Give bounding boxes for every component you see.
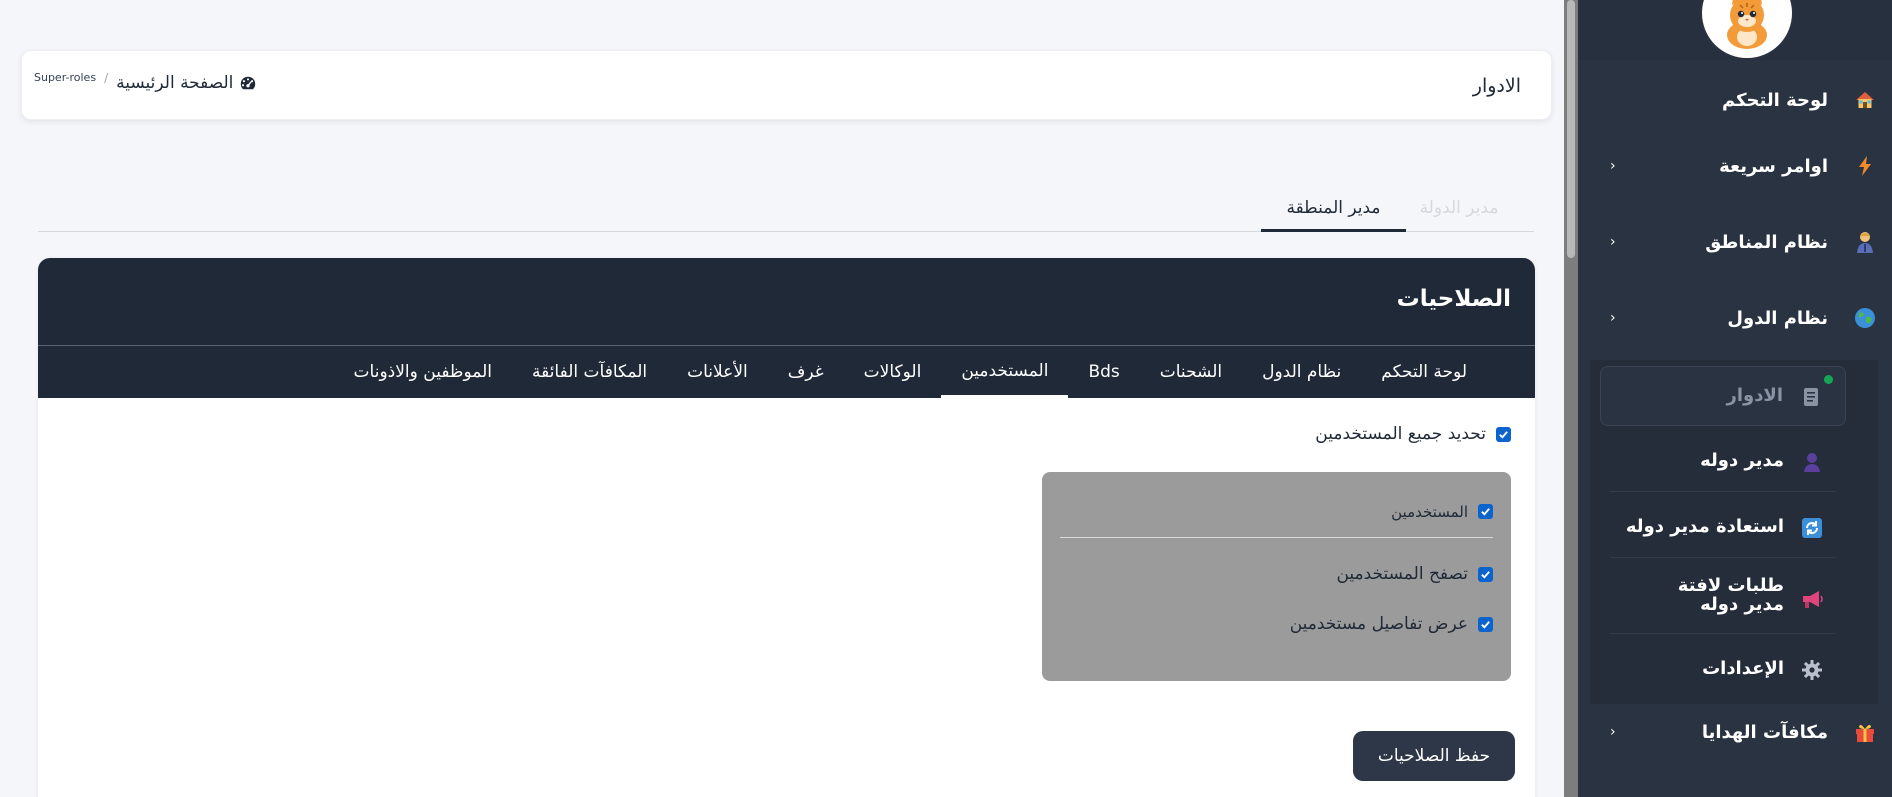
checkbox-checked-icon[interactable] [1478,566,1493,582]
main-scrollbar[interactable] [1564,0,1578,797]
perm-tab-users[interactable]: المستخدمين [941,346,1069,398]
breadcrumb-home-label: الصفحة الرئيسية [116,73,234,93]
person-icon [1852,229,1878,255]
submenu-item-label: مدير دوله [1700,450,1784,471]
group-title: المستخدمين [1391,503,1468,521]
chevron-right-icon: › [1610,724,1616,740]
page-title: الادوار [1472,75,1521,97]
scroll-icon [1799,385,1823,409]
submenu-divider [1610,557,1836,558]
permissions-title: الصلاحيات [1396,286,1511,312]
sidebar-header [1578,0,1892,60]
save-permissions-button[interactable]: حفظ الصلاحيات [1353,731,1515,781]
scrollbar-thumb[interactable] [1567,0,1575,258]
role-tabs: مدير المنطقة مدير الدولة [38,178,1534,232]
perm-tab-rooms[interactable]: غرف [768,346,844,398]
refresh-icon [1800,516,1824,540]
breadcrumb-current: Super-roles [34,71,97,84]
perm-tab-staff-permissions[interactable]: الموظفين والاذونات [334,346,512,398]
submenu-item-banner-requests[interactable]: طلبات لافتة مدير دوله [1600,564,1846,634]
lightning-icon [1852,153,1878,179]
dashboard-gauge-icon [241,76,256,90]
user-icon [1800,450,1824,474]
perm-tab-bds[interactable]: Bds [1068,346,1139,398]
checkbox-checked-icon[interactable] [1478,616,1493,632]
group-checkbox[interactable] [1478,504,1493,519]
perm-tab-countries[interactable]: نظام الدول [1242,346,1361,398]
page-header: Super-roles / الصفحة الرئيسية الادوار [21,50,1552,120]
submenu-item-label: الادوار [1726,385,1783,406]
sidebar-item-dashboard[interactable]: لوحة التحكم [1578,68,1892,132]
permissions-tabs: لوحة التحكم نظام الدول الشحنات Bds المست… [38,346,1535,398]
sidebar-item-label: لوحة التحكم [1721,89,1828,111]
permission-label: عرض تفاصيل مستخدمين [1289,614,1468,634]
view-user-details-checkbox[interactable]: عرض تفاصيل مستخدمين [1290,614,1493,634]
submenu-item-restore-country-manager[interactable]: استعادة مدير دوله [1600,498,1846,558]
sidebar-item-label: نظام الدول [1727,307,1828,329]
countries-submenu: الادوار مدير دوله استعادة مدير دوله طلبا… [1590,360,1878,704]
permissions-card-header: الصلاحيات [38,258,1535,346]
submenu-item-label: طلبات لافتة مدير دوله [1677,575,1784,615]
submenu-divider [1610,633,1836,634]
perm-tab-ads[interactable]: الأعلانات [667,346,768,398]
users-permission-group: المستخدمين تصفح المستخدمين عرض تفاصيل مس… [1042,472,1511,681]
perm-tab-super-rewards[interactable]: المكافآت الفائقة [512,346,667,398]
sidebar-item-regions[interactable]: › نظام المناطق [1578,210,1892,274]
submenu-item-label: الإعدادات [1702,658,1784,679]
permissions-card: الصلاحيات لوحة التحكم نظام الدول الشحنات… [38,258,1535,797]
submenu-item-label: استعادة مدير دوله [1625,516,1784,537]
globe-icon [1852,305,1878,331]
checkbox-checked-icon[interactable] [1496,426,1511,442]
tab-country-manager[interactable]: مدير الدولة [1409,186,1509,232]
submenu-divider [1610,491,1836,492]
sidebar-item-gift-rewards[interactable]: › مكافآت الهدايا [1578,700,1892,764]
cat-mascot-icon [1727,0,1767,49]
select-all-users-checkbox[interactable]: تحديد جميع المستخدمين [1315,424,1511,444]
browse-users-checkbox[interactable]: تصفح المستخدمين [1336,564,1493,584]
breadcrumb-separator: / [104,71,109,85]
chevron-right-icon: › [1610,158,1616,174]
tab-region-manager[interactable]: مدير المنطقة [1261,186,1406,232]
avatar[interactable] [1702,0,1792,58]
group-header: المستخدمين [1060,503,1493,538]
select-all-label: تحديد جميع المستخدمين [1315,424,1486,444]
submenu-item-settings[interactable]: الإعدادات [1600,640,1846,700]
chevron-right-icon: › [1610,234,1616,250]
sidebar: لوحة التحكم › اوامر سريعة › نظام المناطق [1578,0,1892,797]
house-icon [1852,87,1878,113]
perm-tab-shipments[interactable]: الشحنات [1140,346,1242,398]
gift-icon [1852,719,1878,745]
perm-tab-dashboard[interactable]: لوحة التحكم [1361,346,1487,398]
gear-icon [1800,658,1824,682]
sidebar-item-label: اوامر سريعة [1719,155,1828,177]
sidebar-item-label: مكافآت الهدايا [1701,721,1828,743]
perm-tab-agencies[interactable]: الوكالات [844,346,942,398]
sidebar-item-label: نظام المناطق [1705,231,1828,253]
sidebar-item-countries[interactable]: › نظام الدول [1578,286,1892,350]
breadcrumb-home-link[interactable]: الصفحة الرئيسية [116,73,257,93]
permission-label: تصفح المستخدمين [1336,564,1468,584]
breadcrumb: Super-roles / الصفحة الرئيسية [34,71,257,93]
active-dot-indicator [1824,375,1833,384]
main-content: Super-roles / الصفحة الرئيسية الادوار مد… [0,0,1564,797]
submenu-item-roles[interactable]: الادوار [1600,366,1846,426]
megaphone-icon [1800,587,1824,611]
chevron-right-icon: › [1610,310,1616,326]
sidebar-item-quick-commands[interactable]: › اوامر سريعة [1578,134,1892,198]
submenu-item-country-manager[interactable]: مدير دوله [1600,432,1846,492]
